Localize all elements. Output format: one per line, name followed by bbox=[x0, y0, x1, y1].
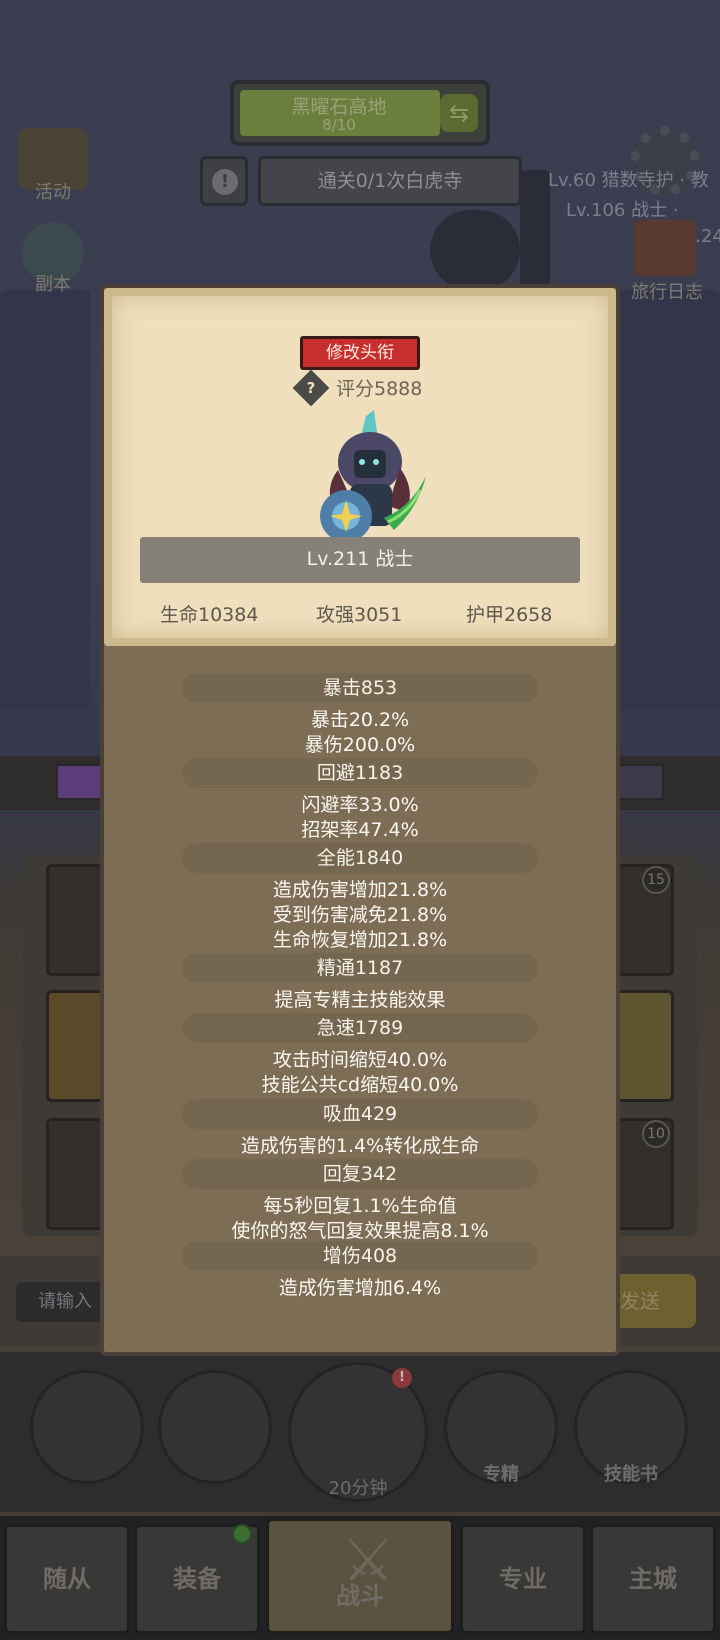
stage-selector[interactable]: 黑曜石高地 8/10 ⇆ bbox=[230, 80, 490, 146]
stat-line: 暴伤200.0% bbox=[304, 734, 416, 756]
stat-header-versatility: 全能1840 bbox=[182, 843, 538, 873]
stat-line: 造成伤害的1.4%转化成生命 bbox=[240, 1135, 480, 1157]
slot-count-badge: 15 bbox=[642, 866, 670, 894]
chest-alert-badge: ! bbox=[392, 1368, 412, 1388]
hp-stat: 生命10384 bbox=[160, 604, 259, 626]
stat-header-damage-bonus: 增伤408 bbox=[182, 1241, 538, 1271]
travel-log-label: 旅行日志 bbox=[631, 282, 703, 303]
stat-line: 受到伤害减免21.8% bbox=[272, 904, 448, 926]
stat-line: 造成伤害增加6.4% bbox=[278, 1277, 442, 1299]
nav-tab-profession[interactable]: 专业 bbox=[460, 1524, 586, 1634]
chest-timer: 20分钟 bbox=[328, 1478, 388, 1499]
stat-header-regen: 回复342 bbox=[182, 1159, 538, 1189]
level-class-bar: Lv.211 战士 bbox=[140, 537, 580, 583]
swap-icon[interactable]: ⇆ bbox=[440, 94, 478, 132]
travel-log-icon[interactable] bbox=[634, 220, 696, 276]
score-text: 评分5888 bbox=[336, 378, 423, 400]
stat-line: 提高专精主技能效果 bbox=[274, 989, 446, 1011]
chat-input[interactable]: 请输入 bbox=[16, 1282, 106, 1322]
bread-button[interactable] bbox=[158, 1370, 272, 1484]
nav-tab-followers[interactable]: 随从 bbox=[4, 1524, 130, 1634]
specialize-label: 专精 bbox=[483, 1464, 519, 1485]
rename-title-button[interactable]: 修改头衔 bbox=[300, 336, 420, 370]
potion-button[interactable] bbox=[30, 1370, 144, 1484]
activity-label: 活动 bbox=[35, 182, 71, 203]
quest-text[interactable]: 通关0/1次白虎寺 bbox=[258, 156, 522, 206]
stat-header-dodge: 回避1183 bbox=[182, 758, 538, 788]
stat-line: 攻击时间缩短40.0% bbox=[272, 1049, 448, 1071]
stat-line: 暴击20.2% bbox=[310, 709, 410, 731]
quest-alert-button[interactable]: ! bbox=[200, 156, 248, 206]
dungeon-label: 副本 bbox=[35, 274, 71, 295]
ranking-line-1: Lv.60 猎数寺护 · 教 bbox=[548, 170, 709, 191]
notification-dot bbox=[232, 1524, 252, 1544]
stat-line: 招架率47.4% bbox=[301, 819, 419, 841]
ranking-line-2: Lv.106 战士 · bbox=[566, 200, 679, 221]
stage-name: 黑曜石高地 bbox=[291, 96, 387, 118]
question-icon[interactable]: ? bbox=[292, 369, 330, 407]
armor-stat: 护甲2658 bbox=[466, 604, 553, 626]
stat-header-lifesteal: 吸血429 bbox=[182, 1099, 538, 1129]
stat-header-mastery: 精通1187 bbox=[182, 953, 538, 983]
stat-line: 每5秒回复1.1%生命值 bbox=[263, 1195, 457, 1217]
skill-book-label: 技能书 bbox=[604, 1464, 658, 1485]
stat-line: 造成伤害增加21.8% bbox=[272, 879, 448, 901]
stat-line: 使你的怒气回复效果提高8.1% bbox=[231, 1220, 489, 1242]
stat-header-haste: 急速1789 bbox=[182, 1013, 538, 1043]
stat-header-crit: 暴击853 bbox=[182, 673, 538, 703]
nav-tab-main-city[interactable]: 主城 bbox=[590, 1524, 716, 1634]
stat-line: 生命恢复增加21.8% bbox=[272, 929, 448, 951]
stage-progress: 8/10 bbox=[322, 116, 356, 134]
slot-count-badge: 10 bbox=[642, 1120, 670, 1148]
exclamation-icon: ! bbox=[212, 169, 238, 195]
attack-stat: 攻强3051 bbox=[316, 604, 403, 626]
stat-line: 闪避率33.0% bbox=[301, 794, 419, 816]
crossed-swords-icon: ⚔ bbox=[342, 1526, 394, 1594]
stat-line: 技能公共cd缩短40.0% bbox=[261, 1074, 459, 1096]
